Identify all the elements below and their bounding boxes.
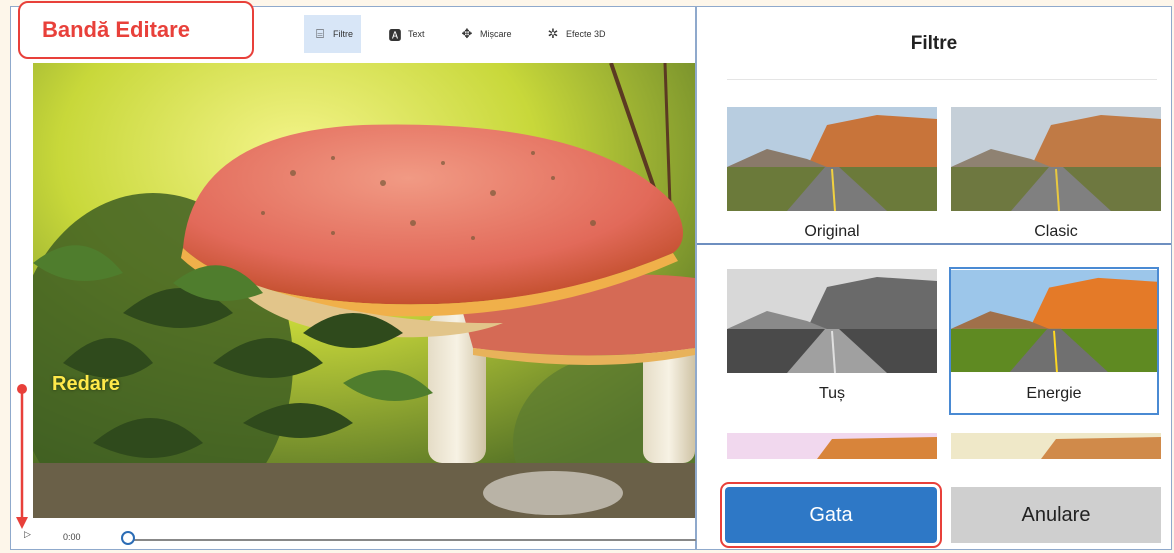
panel-title: Filtre bbox=[910, 33, 958, 54]
toolbar-motion-button[interactable]: ✥ Mișcare bbox=[451, 15, 520, 53]
filter-thumbnail-partial-5[interactable] bbox=[727, 433, 937, 459]
seek-track[interactable] bbox=[129, 539, 697, 541]
toolbar-3d-effects-label: Efecte 3D bbox=[566, 29, 606, 39]
playback-arrow-icon bbox=[16, 384, 28, 529]
text-icon: 🅰 bbox=[388, 27, 402, 43]
filter-thumbnail-partial-6[interactable] bbox=[951, 433, 1161, 459]
effects-3d-icon: ✲ bbox=[547, 26, 559, 41]
filter-original[interactable]: Original bbox=[727, 107, 937, 241]
done-button[interactable]: Gata bbox=[720, 482, 942, 548]
filter-original-label: Original bbox=[804, 223, 860, 240]
playback-timeline: ▷ 0:00 bbox=[11, 523, 697, 551]
panel-section-divider bbox=[697, 243, 1171, 245]
cancel-button[interactable]: Anulare bbox=[951, 487, 1161, 543]
filter-ink-label: Tuș bbox=[818, 385, 846, 402]
toolbar-motion-label: Mișcare bbox=[480, 29, 512, 39]
filter-icon: ⌸ bbox=[316, 26, 324, 41]
toolbar-text-label: Text bbox=[408, 29, 425, 39]
toolbar-text-button[interactable]: 🅰 Text bbox=[379, 15, 433, 53]
toolbar-filters-button[interactable]: ⌸ Filtre bbox=[304, 15, 361, 53]
motion-icon: ✥ bbox=[461, 26, 473, 41]
panel-divider bbox=[727, 79, 1157, 80]
video-editor: ⌸ Filtre 🅰 Text ✥ Mișcare ✲ Efecte 3D ▷ … bbox=[10, 6, 697, 551]
filter-energy-thumbnail bbox=[951, 269, 1157, 373]
video-preview[interactable] bbox=[33, 63, 695, 518]
filter-energy[interactable]: Energie bbox=[949, 267, 1159, 415]
mushroom-photo bbox=[33, 63, 695, 518]
playback-annotation: Redare bbox=[52, 373, 120, 395]
filters-panel: Filtre Original Clasic Tuș Energie Gata … bbox=[696, 6, 1172, 550]
filter-classic-label: Clasic bbox=[1034, 223, 1078, 240]
filter-classic[interactable]: Clasic bbox=[951, 107, 1161, 241]
seek-thumb[interactable] bbox=[121, 531, 135, 545]
editing-band-annotation: Bandă Editare bbox=[18, 1, 254, 59]
filter-ink-thumbnail bbox=[727, 269, 937, 373]
current-time: 0:00 bbox=[63, 532, 81, 542]
toolbar-3d-effects-button[interactable]: ✲ Efecte 3D bbox=[537, 15, 614, 53]
filter-original-thumbnail bbox=[727, 107, 937, 211]
filter-ink[interactable]: Tuș bbox=[727, 269, 937, 403]
filter-energy-label: Energie bbox=[1026, 385, 1082, 402]
filter-classic-thumbnail bbox=[951, 107, 1161, 211]
toolbar-filters-label: Filtre bbox=[333, 29, 353, 39]
